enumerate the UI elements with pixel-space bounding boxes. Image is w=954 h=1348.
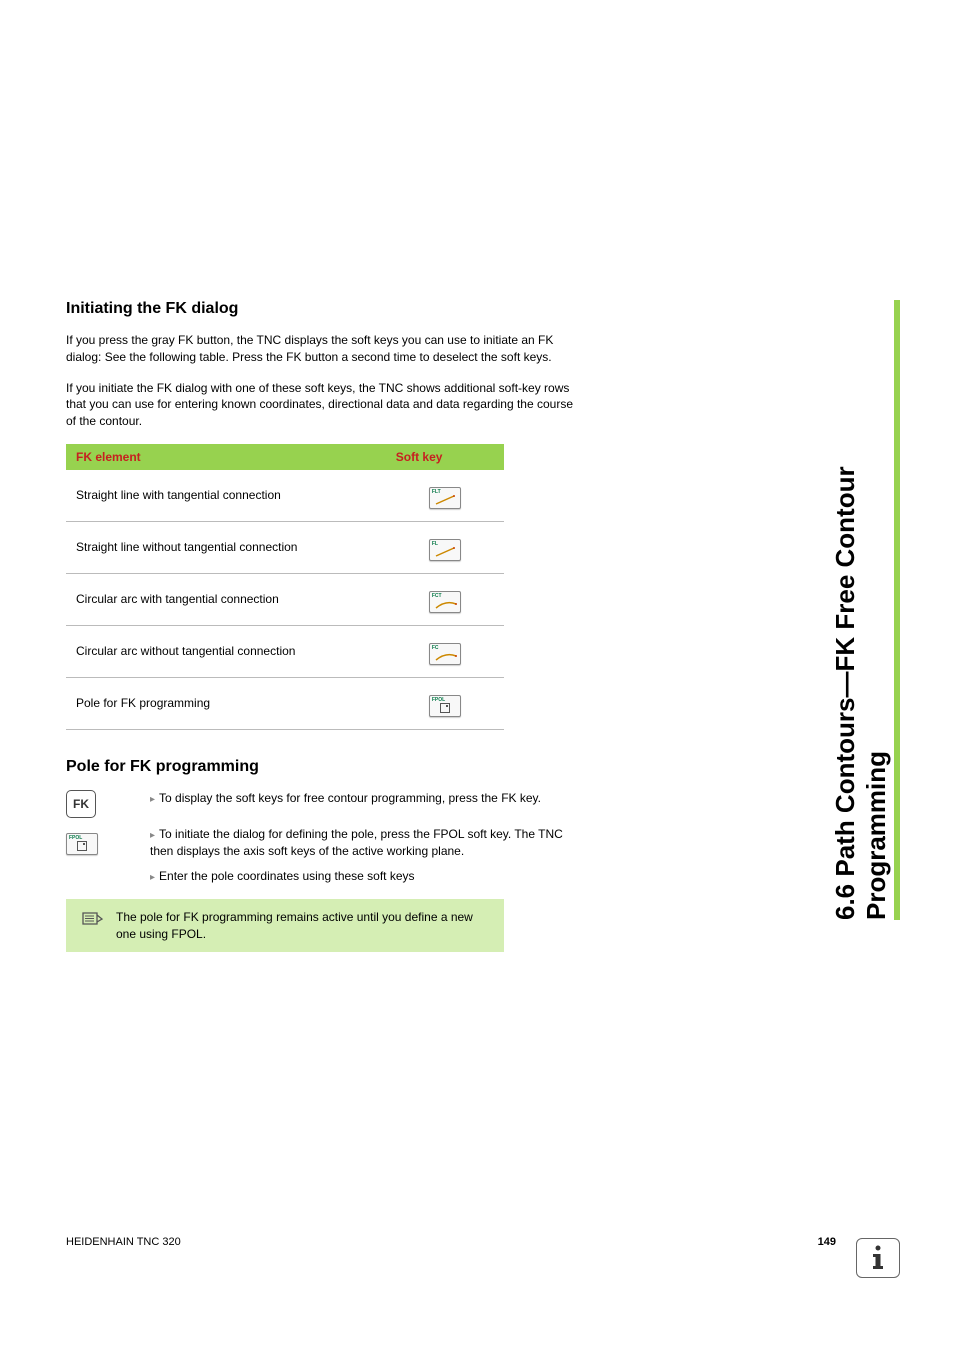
page-number: 149 [818, 1236, 836, 1248]
fk-element-label: Pole for FK programming [66, 677, 386, 729]
sidebar-accent-bar [894, 300, 900, 920]
table-row: Circular arc with tangential connection … [66, 573, 504, 625]
note-box: The pole for FK programming remains acti… [66, 899, 504, 953]
softkey-fl-icon: FL [429, 539, 461, 561]
heading-pole-fk-programming: Pole for FK programming [66, 758, 576, 776]
softkey-fct-icon: FCT [429, 591, 461, 613]
main-content: Initiating the FK dialog If you press th… [66, 300, 576, 952]
fk-elements-table: FK element Soft key Straight line with t… [66, 444, 504, 730]
step-text: Enter the pole coordinates using these s… [150, 868, 576, 885]
table-header-soft-key: Soft key [386, 444, 504, 470]
softkey-fpol-icon: FPOL [66, 833, 98, 855]
step-row-enter-pole: Enter the pole coordinates using these s… [66, 868, 576, 885]
para-fk-button-intro: If you press the gray FK button, the TNC… [66, 332, 576, 366]
footer-product-name: HEIDENHAIN TNC 320 [66, 1236, 181, 1248]
fk-element-label: Straight line without tangential connect… [66, 521, 386, 573]
table-row: Straight line without tangential connect… [66, 521, 504, 573]
fk-element-label: Circular arc with tangential connection [66, 573, 386, 625]
fk-element-label: Circular arc without tangential connecti… [66, 625, 386, 677]
softkey-fpol-icon: FPOL [429, 695, 461, 717]
para-fk-softkey-rows: If you initiate the FK dialog with one o… [66, 380, 576, 430]
heading-initiating-fk-dialog: Initiating the FK dialog [66, 300, 576, 318]
step-text: To initiate the dialog for defining the … [150, 826, 576, 860]
table-row: Straight line with tangential connection… [66, 470, 504, 522]
pole-section: Pole for FK programming FK To display th… [66, 758, 576, 952]
step-row-fpol-key: FPOL To initiate the dialog for defining… [66, 826, 576, 860]
table-row: Circular arc without tangential connecti… [66, 625, 504, 677]
note-text: The pole for FK programming remains acti… [116, 909, 490, 943]
step-text: To display the soft keys for free contou… [150, 790, 576, 807]
info-icon [856, 1238, 900, 1278]
fk-element-label: Straight line with tangential connection [66, 470, 386, 522]
softkey-fc-icon: FC [429, 643, 461, 665]
sidebar-chapter-title: 6.6 Path Contours—FK Free Contour Progra… [830, 300, 892, 920]
note-icon [80, 909, 104, 929]
step-row-fk-key: FK To display the soft keys for free con… [66, 790, 576, 818]
softkey-flt-icon: FLT [429, 487, 461, 509]
fk-hardkey-icon: FK [66, 790, 96, 818]
table-row: Pole for FK programming FPOL [66, 677, 504, 729]
table-header-fk-element: FK element [66, 444, 386, 470]
page-footer: HEIDENHAIN TNC 320 149 [66, 1236, 836, 1248]
